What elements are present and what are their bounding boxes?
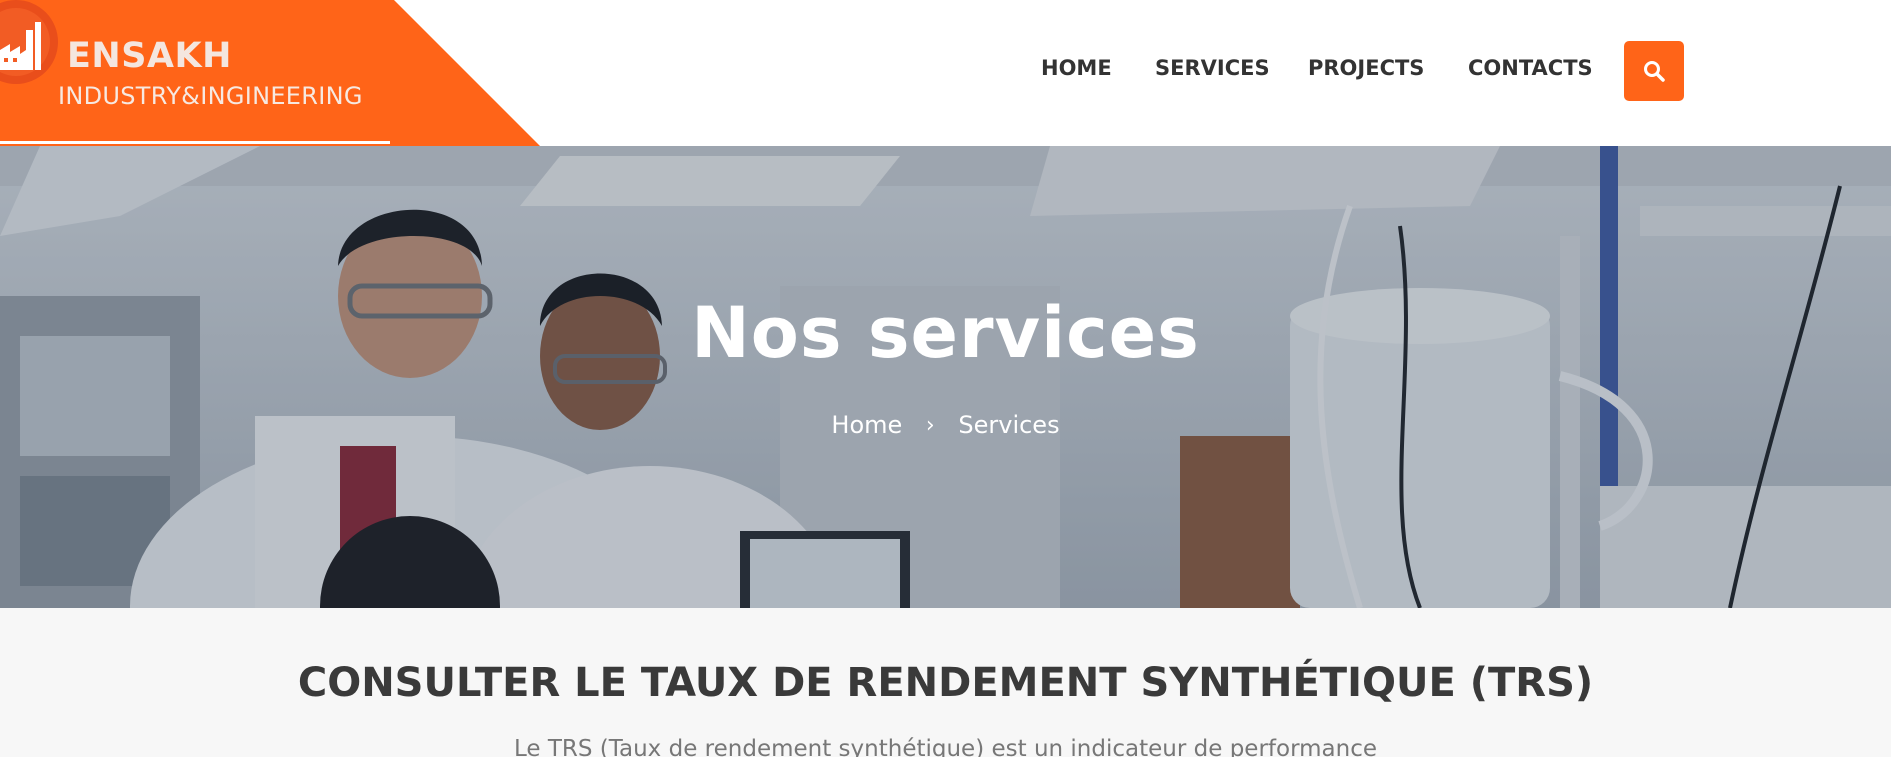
brand-name: ENSAKH <box>67 36 232 76</box>
search-button[interactable] <box>1624 41 1684 101</box>
nav-services[interactable]: SERVICES <box>1155 56 1270 80</box>
hero-banner: Nos services Home › Services <box>0 146 1891 608</box>
breadcrumb-home-link[interactable]: Home <box>831 411 902 439</box>
factory-icon <box>0 0 58 84</box>
nav-contacts[interactable]: CONTACTS <box>1468 56 1593 80</box>
section-description: Le TRS (Taux de rendement synthétique) e… <box>513 736 1377 757</box>
breadcrumb-current: Services <box>958 411 1060 439</box>
site-header: ENSAKH INDUSTRY&INGINEERING HOME SERVICE… <box>0 0 1891 146</box>
lab-photo <box>0 146 1891 608</box>
nav-home[interactable]: HOME <box>1041 56 1112 80</box>
breadcrumb: Home › Services <box>0 410 1891 439</box>
logo-underline <box>0 141 390 144</box>
logo[interactable]: ENSAKH INDUSTRY&INGINEERING <box>0 0 540 146</box>
brand-tagline: INDUSTRY&INGINEERING <box>58 82 363 110</box>
main-content: CONSULTER LE TAUX DE RENDEMENT SYNTHÉTIQ… <box>0 608 1891 757</box>
search-icon <box>1644 61 1665 82</box>
section-title: CONSULTER LE TAUX DE RENDEMENT SYNTHÉTIQ… <box>297 660 1594 706</box>
page-title: Nos services <box>691 292 1200 374</box>
chevron-right-icon: › <box>925 412 935 438</box>
nav-projects[interactable]: PROJECTS <box>1308 56 1424 80</box>
